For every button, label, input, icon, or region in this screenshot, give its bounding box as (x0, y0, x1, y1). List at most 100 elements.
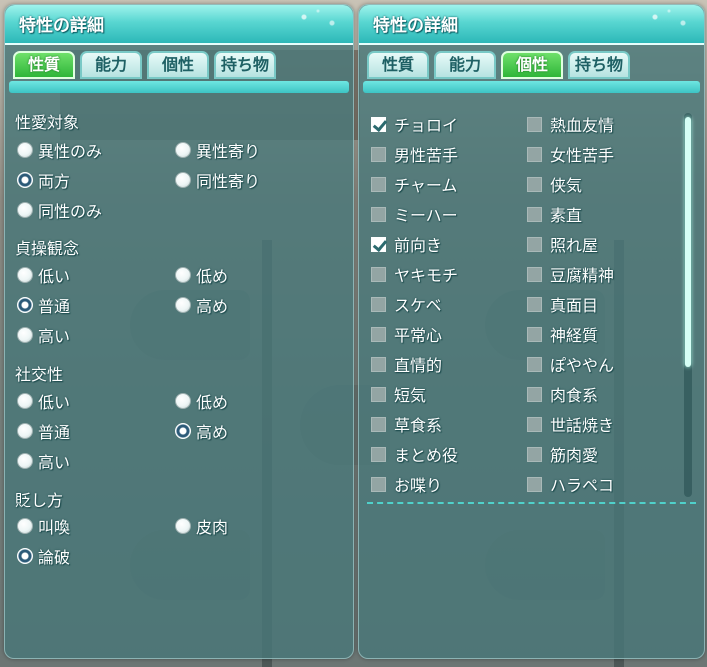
trait-checkbox[interactable]: チャーム (371, 172, 457, 196)
trait-checkbox[interactable]: 女性苦手 (527, 142, 614, 166)
radio-label: 高い (38, 453, 71, 472)
radio-option[interactable]: 皮肉 (175, 514, 228, 538)
checkbox-icon (527, 146, 542, 162)
radio-option[interactable]: 低い (17, 263, 70, 287)
radio-label: 高め (196, 423, 229, 442)
trait-checkbox[interactable]: 豆腐精神 (527, 262, 614, 286)
radio-label: 同性寄り (196, 172, 261, 191)
radio-label: 低い (38, 393, 71, 412)
trait-label: 草食系 (394, 416, 443, 435)
trait-label: ハラペコ (550, 476, 615, 495)
scrollbar-thumb[interactable] (685, 117, 691, 367)
radio-icon (17, 548, 33, 564)
radio-option[interactable]: 低め (175, 389, 228, 413)
trait-checkbox[interactable]: ハラペコ (527, 472, 614, 496)
trait-label: 神経質 (550, 326, 599, 345)
checkbox-icon (527, 266, 542, 282)
radio-icon (175, 393, 191, 409)
checkbox-icon (371, 116, 386, 132)
trait-checkbox[interactable]: 素直 (527, 202, 582, 226)
checkbox-icon (371, 326, 386, 342)
trait-checkbox[interactable]: 草食系 (371, 412, 442, 436)
radio-label: 高め (196, 297, 229, 316)
panel-title: 特性の詳細 (373, 16, 458, 36)
trait-checkbox[interactable]: 真面目 (527, 292, 598, 316)
radio-label: 両方 (38, 172, 71, 191)
tab-personality[interactable]: 個性 (147, 51, 209, 79)
radio-option[interactable]: 高め (175, 419, 228, 443)
checkbox-icon (527, 176, 542, 192)
radio-option[interactable]: 高い (17, 323, 70, 347)
checkbox-icon (527, 296, 542, 312)
trait-checkbox[interactable]: 筋肉愛 (527, 442, 598, 466)
trait-label: ミーハー (394, 206, 458, 225)
tab-personality[interactable]: 個性 (501, 51, 563, 79)
checkbox-icon (371, 206, 386, 222)
trait-label: 前向き (394, 236, 443, 255)
tab-underline (363, 81, 700, 93)
tab-items[interactable]: 持ち物 (214, 51, 276, 79)
trait-checkbox[interactable]: ぽややん (527, 352, 614, 376)
trait-label: まとめ役 (394, 446, 459, 465)
trait-label: お喋り (394, 476, 443, 495)
trait-checkbox[interactable]: お喋り (371, 472, 442, 496)
trait-checkbox[interactable]: 世話焼き (527, 412, 614, 436)
radio-icon (175, 142, 191, 158)
radio-option[interactable]: 普通 (17, 419, 70, 443)
trait-checkbox[interactable]: 短気 (371, 382, 426, 406)
trait-checkbox[interactable]: まとめ役 (371, 442, 458, 466)
section-heading-sociability: 社交性 (15, 365, 64, 384)
radio-option[interactable]: 異性寄り (175, 138, 260, 162)
trait-checkbox[interactable]: チョロイ (371, 112, 458, 136)
trait-label: 世話焼き (550, 416, 615, 435)
trait-checkbox[interactable]: 前向き (371, 232, 442, 256)
radio-icon (17, 297, 33, 313)
panel-titlebar: 特性の詳細 (5, 5, 353, 45)
radio-option[interactable]: 高め (175, 293, 228, 317)
tab-bar: 性質 能力 個性 持ち物 (13, 51, 276, 83)
trait-label: 男性苦手 (394, 146, 459, 165)
checkbox-icon (527, 326, 542, 342)
tab-ability[interactable]: 能力 (434, 51, 496, 79)
radio-option[interactable]: 同性のみ (17, 198, 102, 222)
radio-option[interactable]: 論破 (17, 544, 70, 568)
checkbox-icon (371, 236, 386, 252)
tab-items[interactable]: 持ち物 (568, 51, 630, 79)
checkbox-icon (371, 176, 386, 192)
trait-checkbox[interactable]: ヤキモチ (371, 262, 458, 286)
radio-option[interactable]: 両方 (17, 168, 70, 192)
tab-nature[interactable]: 性質 (13, 51, 75, 79)
radio-option[interactable]: 叫喚 (17, 514, 70, 538)
radio-option[interactable]: 同性寄り (175, 168, 260, 192)
trait-checkbox[interactable]: 熱血友情 (527, 112, 614, 136)
list-divider (367, 502, 696, 504)
checkbox-icon (527, 386, 542, 402)
trait-checkbox[interactable]: 照れ屋 (527, 232, 598, 256)
trait-checkbox[interactable]: 肉食系 (527, 382, 598, 406)
tab-ability[interactable]: 能力 (80, 51, 142, 79)
trait-checkbox[interactable]: スケベ (371, 292, 442, 316)
trait-checkbox[interactable]: 直情的 (371, 352, 442, 376)
checkbox-icon (527, 416, 542, 432)
panel-title: 特性の詳細 (19, 16, 104, 36)
tab-nature[interactable]: 性質 (367, 51, 429, 79)
trait-checkbox[interactable]: 神経質 (527, 322, 598, 346)
radio-option[interactable]: 異性のみ (17, 138, 102, 162)
trait-checkbox[interactable]: 侠気 (527, 172, 582, 196)
radio-icon (17, 393, 33, 409)
trait-detail-panel-nature: 特性の詳細 性質 能力 個性 持ち物 性愛対象 異性のみ 異性寄り 両方 同性寄… (4, 4, 354, 659)
radio-option[interactable]: 普通 (17, 293, 70, 317)
checkbox-icon (371, 146, 386, 162)
trait-label: 侠気 (550, 176, 583, 195)
checkbox-icon (527, 206, 542, 222)
trait-checkbox[interactable]: 平常心 (371, 322, 442, 346)
trait-checkbox[interactable]: 男性苦手 (371, 142, 458, 166)
trait-checkbox[interactable]: ミーハー (371, 202, 458, 226)
radio-option[interactable]: 低い (17, 389, 70, 413)
radio-option[interactable]: 高い (17, 449, 70, 473)
radio-label: 同性のみ (38, 202, 103, 221)
radio-option[interactable]: 低め (175, 263, 228, 287)
radio-label: 高い (38, 327, 71, 346)
trait-detail-panel-personality: 特性の詳細 性質 能力 個性 持ち物 チョロイ 男性苦手 チャーム ミーハー 前… (358, 4, 705, 659)
radio-label: 低め (196, 393, 229, 412)
